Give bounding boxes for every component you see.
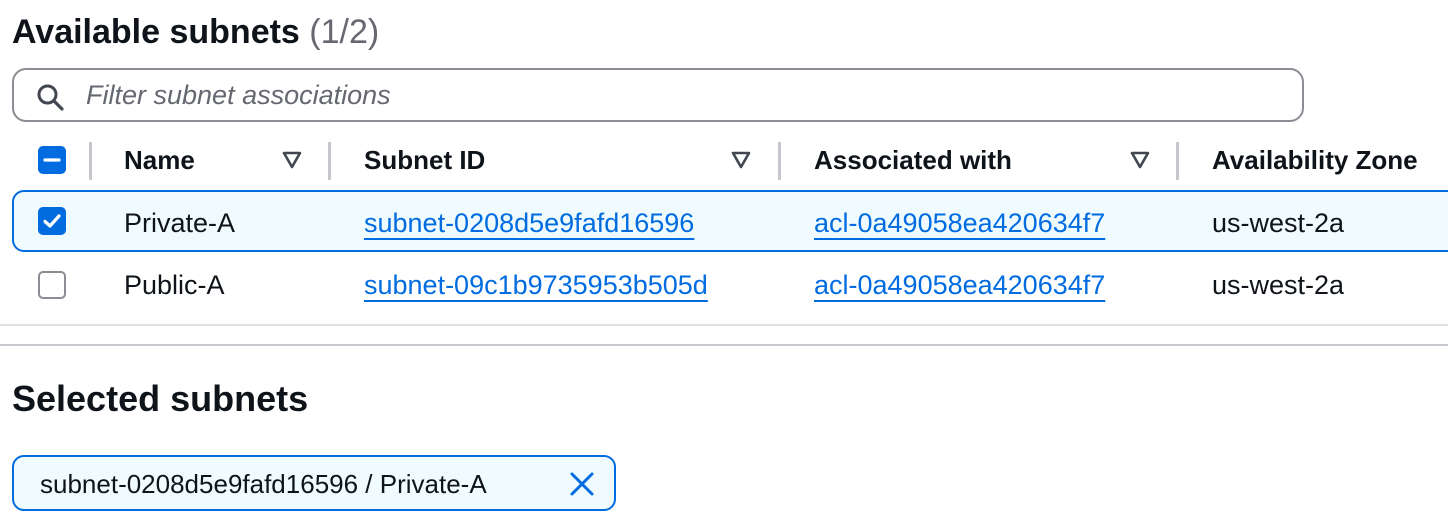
cell-availability-zone: us-west-2a — [1212, 208, 1345, 238]
table-header: Name Subnet ID Associated with Availabil… — [0, 132, 1448, 188]
section-divider — [0, 344, 1448, 346]
token-label: subnet-0208d5e9fafd16596 / Private-A — [40, 469, 487, 499]
caret-down-outline-icon[interactable] — [1130, 151, 1150, 169]
filter-box[interactable] — [12, 68, 1304, 122]
select-all-checkbox[interactable] — [38, 146, 66, 174]
cell-name: Public-A — [124, 270, 225, 300]
table-row[interactable]: Private-A subnet-0208d5e9fafd16596 acl-0… — [12, 190, 1448, 252]
selected-subnets-title: Selected subnets — [12, 378, 309, 419]
subnet-id-link[interactable]: subnet-0208d5e9fafd16596 — [364, 207, 694, 239]
column-header-availability-zone[interactable]: Availability Zone — [1212, 144, 1418, 176]
column-divider[interactable] — [89, 142, 92, 180]
column-header-name[interactable]: Name — [124, 144, 195, 176]
associated-acl-link[interactable]: acl-0a49058ea420634f7 — [814, 207, 1105, 239]
caret-down-outline-icon[interactable] — [282, 151, 302, 169]
associated-acl-link[interactable]: acl-0a49058ea420634f7 — [814, 269, 1105, 301]
column-divider[interactable] — [328, 142, 331, 180]
selected-subnet-token: subnet-0208d5e9fafd16596 / Private-A — [12, 455, 616, 511]
column-header-associated-with[interactable]: Associated with — [814, 144, 1012, 176]
row-checkbox[interactable] — [38, 207, 66, 235]
cell-availability-zone: us-west-2a — [1212, 270, 1345, 300]
cell-name: Private-A — [124, 208, 236, 238]
column-divider[interactable] — [778, 142, 781, 180]
check-icon — [43, 214, 61, 228]
table-row[interactable]: Public-A subnet-09c1b9735953b505d acl-0a… — [0, 254, 1448, 316]
title-text: Available subnets — [12, 13, 300, 51]
close-icon[interactable] — [568, 470, 596, 498]
filter-input[interactable] — [86, 76, 1276, 114]
table-bottom-border — [0, 324, 1448, 326]
column-divider[interactable] — [1176, 142, 1179, 180]
caret-down-outline-icon[interactable] — [731, 151, 751, 169]
column-header-subnet-id[interactable]: Subnet ID — [364, 144, 485, 176]
minus-icon — [43, 158, 61, 162]
search-icon — [37, 84, 64, 111]
selection-count: (1/2) — [309, 13, 380, 51]
subnet-id-link[interactable]: subnet-09c1b9735953b505d — [364, 269, 708, 301]
row-checkbox[interactable] — [38, 271, 66, 299]
available-subnets-title: Available subnets (1/2) — [12, 10, 379, 54]
